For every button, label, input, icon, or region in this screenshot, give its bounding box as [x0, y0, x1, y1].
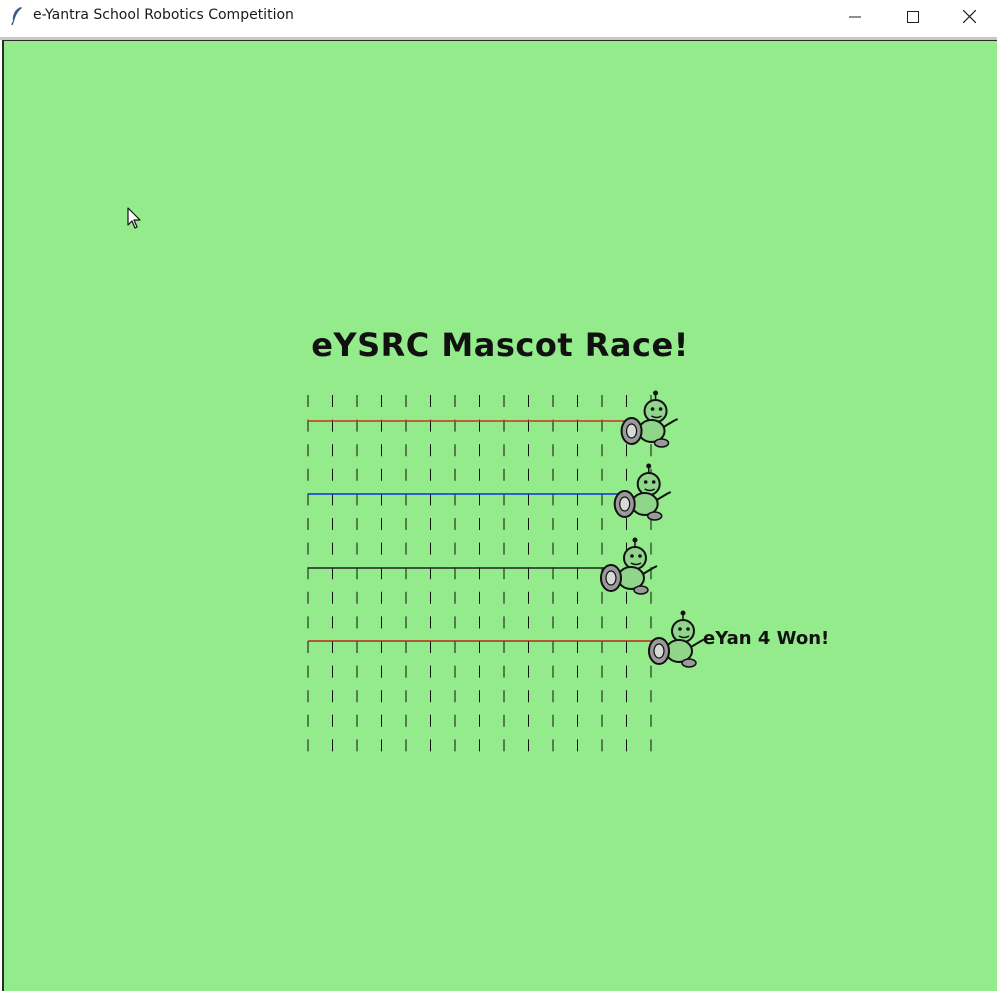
mouse-cursor-icon — [127, 207, 141, 229]
race-track — [307, 390, 706, 752]
race-title: eYSRC Mascot Race! — [311, 326, 689, 364]
robot-mascot-icon — [613, 463, 672, 521]
robot-mascot-icon — [599, 537, 658, 595]
robot-mascot-icon — [648, 610, 706, 668]
app-window: e-Yantra School Robotics Competition eYS… — [0, 0, 997, 991]
robot-mascot-icon — [620, 390, 679, 448]
winner-label: eYan 4 Won! — [703, 628, 830, 649]
